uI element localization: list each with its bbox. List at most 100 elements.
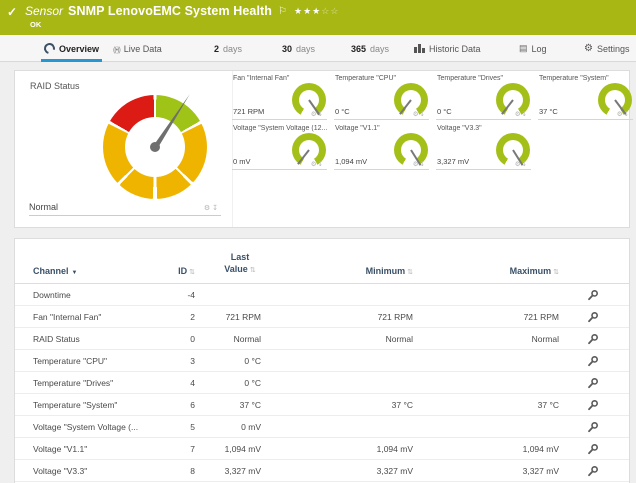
- channel-name: Downtime: [33, 290, 165, 300]
- mini-gauge-tile-voltage-v11[interactable]: Voltage "V1.1" 1,094 mV ⚙↧: [334, 122, 429, 170]
- raid-status-gauge: [103, 95, 207, 199]
- channel-name: RAID Status: [33, 334, 165, 344]
- mini-gauge-tile-temp-cpu[interactable]: Temperature "CPU" 0 °C ⚙↧: [334, 72, 429, 120]
- gauge-gear-icon[interactable]: ⚙: [617, 111, 624, 118]
- channels-table: Channel▼ ID⇅ Last Value⇅ Minimum⇅ Maximu…: [14, 238, 630, 483]
- gauge-pin-icon[interactable]: ↧: [420, 111, 426, 118]
- mini-gauge-tile-fan[interactable]: Fan "Internal Fan" 721 RPM ⚙↧: [232, 72, 327, 120]
- gauge-pin-icon[interactable]: ↧: [212, 205, 220, 212]
- channel-last-value: 0 mV: [195, 422, 261, 432]
- gauge-gear-icon[interactable]: ⚙: [311, 161, 318, 168]
- gauge-gear-icon[interactable]: ⚙: [515, 111, 522, 118]
- tab-2-days[interactable]: 2 days: [214, 35, 242, 62]
- channel-id: 5: [165, 422, 195, 432]
- channel-maximum: 721 RPM: [413, 312, 559, 322]
- tab-30-days[interactable]: 30 days: [282, 35, 315, 62]
- status-ok-check-icon: ✓: [7, 5, 17, 19]
- gauge-pin-icon[interactable]: ↧: [420, 161, 426, 168]
- channel-settings-icon[interactable]: [587, 311, 599, 323]
- mini-gauge-tile-voltage-system[interactable]: Voltage "System Voltage (12... 0 mV ⚙↧: [232, 122, 327, 170]
- gauge-pin-icon[interactable]: ↧: [318, 111, 324, 118]
- table-row[interactable]: Temperature "System" 6 37 °C 37 °C 37 °C: [15, 394, 629, 416]
- tab-log[interactable]: Log: [519, 35, 547, 62]
- channel-settings-icon[interactable]: [587, 333, 599, 345]
- tab-bar: Overview Live Data 2 days 30 days 365 da…: [0, 35, 636, 62]
- sensor-header: ✓ Sensor SNMP LenovoEMC System Health ⚐ …: [0, 0, 636, 35]
- channel-settings-icon[interactable]: [587, 355, 599, 367]
- priority-flag-icon[interactable]: ⚐: [278, 6, 287, 17]
- gauge-pin-icon[interactable]: ↧: [522, 111, 528, 118]
- raid-status-value: Normal: [29, 202, 58, 212]
- channel-last-value: Normal: [195, 334, 261, 344]
- table-row[interactable]: Downtime -4: [15, 284, 629, 306]
- channel-maximum: 1,094 mV: [413, 444, 559, 454]
- channel-settings-icon[interactable]: [587, 465, 599, 477]
- channel-id: 8: [165, 466, 195, 476]
- column-header-last-value[interactable]: Last Value⇅: [195, 251, 261, 276]
- tab-overview[interactable]: Overview: [44, 35, 99, 62]
- table-row[interactable]: Temperature "CPU" 3 0 °C: [15, 350, 629, 372]
- column-header-channel[interactable]: Channel▼: [33, 266, 165, 276]
- channel-last-value: 1,094 mV: [195, 444, 261, 454]
- raid-gauge-hub: [150, 142, 160, 152]
- channel-minimum: 3,327 mV: [261, 466, 413, 476]
- gauge-gear-icon[interactable]: ⚙: [413, 161, 420, 168]
- tab-live-data[interactable]: Live Data: [113, 35, 162, 62]
- gauge-pin-icon[interactable]: ↧: [522, 161, 528, 168]
- log-icon: [519, 43, 528, 54]
- sort-icon: ⇅: [553, 269, 559, 276]
- gauge-pin-icon[interactable]: ↧: [624, 111, 630, 118]
- table-row[interactable]: Temperature "Drives" 4 0 °C: [15, 372, 629, 394]
- broadcast-icon: [113, 44, 120, 54]
- page-title: SNMP LenovoEMC System Health: [68, 4, 272, 18]
- column-header-maximum[interactable]: Maximum⇅: [413, 266, 559, 276]
- priority-stars[interactable]: ★★★☆☆: [294, 6, 339, 17]
- gauge-pin-icon[interactable]: ↧: [318, 161, 324, 168]
- table-row[interactable]: Voltage "V1.1" 7 1,094 mV 1,094 mV 1,094…: [15, 438, 629, 460]
- status-badge: OK: [30, 20, 41, 29]
- channel-minimum: 37 °C: [261, 400, 413, 410]
- gauge-gear-icon[interactable]: ⚙: [204, 205, 212, 212]
- mini-gauge-tile-temp-system[interactable]: Temperature "System" 37 °C ⚙↧: [538, 72, 633, 120]
- channel-settings-icon[interactable]: [587, 443, 599, 455]
- column-header-minimum[interactable]: Minimum⇅: [261, 266, 413, 276]
- column-header-id[interactable]: ID⇅: [165, 266, 195, 276]
- gauge-icon: [42, 41, 57, 56]
- table-row[interactable]: RAID Status 0 Normal Normal Normal: [15, 328, 629, 350]
- channel-name: Fan "Internal Fan": [33, 312, 165, 322]
- gauge-gear-icon[interactable]: ⚙: [311, 111, 318, 118]
- channel-name: Temperature "System": [33, 400, 165, 410]
- channel-last-value: 0 °C: [195, 378, 261, 388]
- gauge-gear-icon[interactable]: ⚙: [413, 111, 420, 118]
- sensor-type-label: Sensor: [25, 4, 63, 18]
- gauges-panel: RAID Status Normal ⚙↧ Fan "Internal Fan"…: [14, 70, 630, 228]
- channel-id: 6: [165, 400, 195, 410]
- raid-status-gauge-cell[interactable]: RAID Status Normal ⚙↧: [15, 71, 233, 227]
- table-row[interactable]: Voltage "V3.3" 8 3,327 mV 3,327 mV 3,327…: [15, 460, 629, 482]
- mini-gauge-tile-temp-drives[interactable]: Temperature "Drives" 0 °C ⚙↧: [436, 72, 531, 120]
- channel-minimum: 721 RPM: [261, 312, 413, 322]
- tab-settings[interactable]: Settings: [584, 35, 630, 62]
- channel-settings-icon[interactable]: [587, 421, 599, 433]
- channel-settings-icon[interactable]: [587, 399, 599, 411]
- channel-last-value: 721 RPM: [195, 312, 261, 322]
- channel-settings-icon[interactable]: [587, 377, 599, 389]
- raid-gauge-title: RAID Status: [30, 81, 80, 91]
- channel-last-value: 37 °C: [195, 400, 261, 410]
- table-header-row: Channel▼ ID⇅ Last Value⇅ Minimum⇅ Maximu…: [15, 239, 629, 284]
- gear-icon: [584, 43, 593, 54]
- channel-name: Temperature "CPU": [33, 356, 165, 366]
- prtg-sensor-page: ✓ Sensor SNMP LenovoEMC System Health ⚐ …: [0, 0, 636, 483]
- channel-id: 2: [165, 312, 195, 322]
- gauge-gear-icon[interactable]: ⚙: [515, 161, 522, 168]
- tab-365-days[interactable]: 365 days: [351, 35, 389, 62]
- bar-chart-icon: [414, 44, 425, 53]
- raid-gauge-needle: [153, 93, 192, 149]
- tab-historic-data[interactable]: Historic Data: [414, 35, 481, 62]
- table-row[interactable]: Voltage "System Voltage (... 5 0 mV: [15, 416, 629, 438]
- table-row[interactable]: Fan "Internal Fan" 2 721 RPM 721 RPM 721…: [15, 306, 629, 328]
- mini-gauge-tile-voltage-v33[interactable]: Voltage "V3.3" 3,327 mV ⚙↧: [436, 122, 531, 170]
- channel-name: Voltage "V3.3": [33, 466, 165, 476]
- sort-desc-icon: ▼: [72, 270, 78, 276]
- channel-settings-icon[interactable]: [587, 289, 599, 301]
